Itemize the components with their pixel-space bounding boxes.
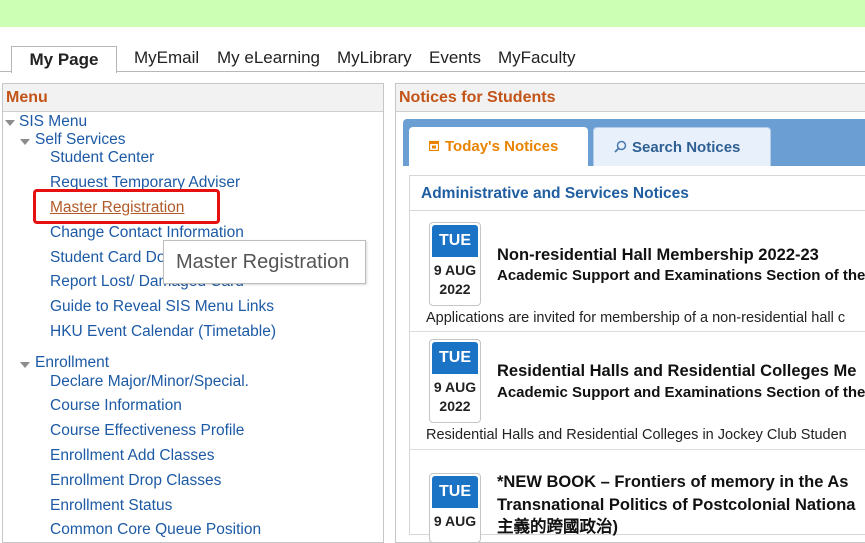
notice-divider: [410, 449, 865, 450]
notice-divider: [410, 331, 865, 332]
notice-date-badge: TUE 9 AUG: [429, 473, 481, 543]
triangle-down-icon[interactable]: [20, 362, 30, 368]
notice-date-badge: TUE 9 AUG 2022: [429, 339, 481, 423]
menu-item-enrollment-drop[interactable]: Enrollment Drop Classes: [50, 472, 221, 490]
search-icon: [614, 140, 627, 153]
notice-title[interactable]: Residential Halls and Residential Colleg…: [497, 361, 856, 381]
notice-year: 2022: [439, 281, 471, 297]
menu-item-common-core-queue[interactable]: Common Core Queue Position: [50, 521, 261, 539]
notice-subtitle: Academic Support and Examinations Sectio…: [497, 384, 865, 401]
nav-underline: [0, 71, 865, 72]
notice-day-month: 9 AUG: [433, 379, 477, 395]
sis-menu-root[interactable]: SIS Menu: [19, 113, 87, 131]
notice-subtitle-extra: 主義的跨國政治): [497, 518, 618, 536]
notice-subtitle: Academic Support and Examinations Sectio…: [497, 267, 865, 284]
notice-description: Applications are invited for membership …: [426, 310, 846, 326]
menu-item-hku-event-calendar[interactable]: HKU Event Calendar (Timetable): [50, 323, 276, 341]
top-banner-strip: [0, 0, 865, 27]
section-title: Administrative and Services Notices: [410, 176, 865, 211]
tab-search-notices[interactable]: Search Notices: [593, 127, 771, 166]
menu-item-student-center[interactable]: Student Center: [50, 149, 154, 167]
tab-my-library[interactable]: MyLibrary: [337, 47, 412, 69]
notice-title[interactable]: *NEW BOOK – Frontiers of memory in the A…: [497, 472, 848, 492]
notice-day-of-week: TUE: [432, 225, 478, 257]
notice-day-of-week: TUE: [432, 342, 478, 374]
menu-item-student-card[interactable]: Student Card Do: [50, 249, 165, 267]
menu-item-course-effectiveness[interactable]: Course Effectiveness Profile: [50, 422, 244, 440]
highlight-box: [33, 189, 220, 224]
menu-item-course-information[interactable]: Course Information: [50, 397, 182, 415]
notice-title[interactable]: Non-residential Hall Membership 2022-23: [497, 245, 819, 265]
tab-my-elearning[interactable]: My eLearning: [217, 47, 320, 69]
triangle-down-icon[interactable]: [20, 139, 30, 145]
menu-item-guide-reveal-links[interactable]: Guide to Reveal SIS Menu Links: [50, 298, 274, 316]
enrollment-group[interactable]: Enrollment: [35, 354, 109, 372]
menu-header: Menu: [3, 84, 383, 112]
notices-header: Notices for Students: [396, 84, 865, 112]
notice-day-month: 9 AUG: [433, 262, 477, 278]
tab-my-email[interactable]: MyEmail: [134, 47, 199, 69]
notice-description: Residential Halls and Residential Colleg…: [426, 427, 847, 443]
menu-item-declare-major[interactable]: Declare Major/Minor/Special.: [50, 373, 249, 391]
triangle-down-icon[interactable]: [5, 120, 15, 126]
notice-day-month: 9 AUG: [433, 513, 477, 529]
self-services-group[interactable]: Self Services: [35, 131, 125, 149]
tab-todays-notices-label: Today's Notices: [445, 138, 559, 155]
menu-item-enrollment-add[interactable]: Enrollment Add Classes: [50, 447, 215, 465]
tab-my-faculty[interactable]: MyFaculty: [498, 47, 575, 69]
tab-search-notices-label: Search Notices: [632, 139, 741, 156]
menu-item-enrollment-status[interactable]: Enrollment Status: [50, 497, 172, 515]
notice-year: 2022: [439, 398, 471, 414]
tab-todays-notices[interactable]: Today's Notices: [409, 127, 588, 166]
notice-date-badge: TUE 9 AUG 2022: [429, 222, 481, 306]
tooltip: Master Registration: [163, 240, 366, 284]
notice-subtitle: Transnational Politics of Postcolonial N…: [497, 496, 856, 514]
tab-events[interactable]: Events: [429, 47, 481, 69]
calendar-icon: [429, 140, 439, 152]
tab-my-page[interactable]: My Page: [11, 46, 117, 73]
notice-day-of-week: TUE: [432, 476, 478, 508]
